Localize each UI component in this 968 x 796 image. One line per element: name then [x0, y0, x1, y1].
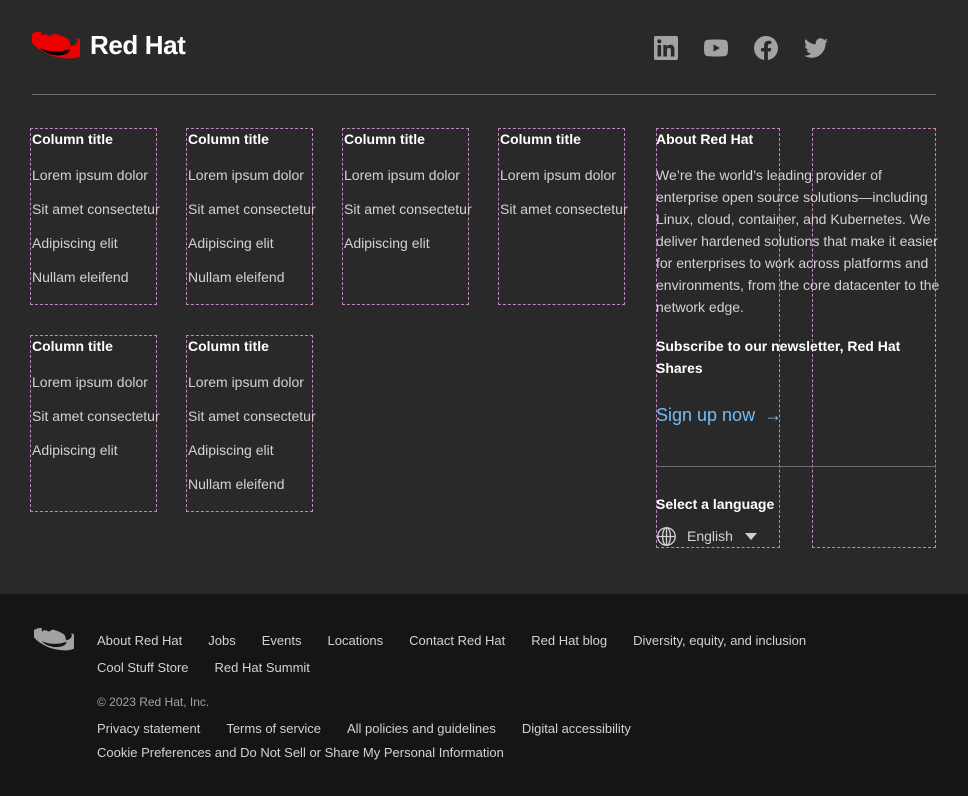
column-link[interactable]: Lorem ipsum dolor [32, 165, 160, 185]
link-column-4: Column title Lorem ipsum dolor Sit amet … [500, 131, 628, 219]
legal-link[interactable]: Digital accessibility [522, 718, 631, 740]
red-hat-logo-icon [32, 28, 80, 62]
column-link[interactable]: Lorem ipsum dolor [188, 165, 316, 185]
about-red-hat-body: We’re the world’s leading provider of en… [656, 164, 944, 318]
link-column-1: Column title Lorem ipsum dolor Sit amet … [32, 131, 160, 287]
column-link[interactable]: Sit amet consectetur [188, 199, 316, 219]
footer-nav-link[interactable]: Red Hat Summit [215, 657, 310, 679]
language-selector[interactable]: English [656, 526, 757, 547]
page-header: Red Hat [0, 0, 968, 95]
column-link[interactable]: Nullam eleifend [32, 267, 160, 287]
footer-nav-link[interactable]: Diversity, equity, and inclusion [633, 630, 806, 652]
footer-nav-link[interactable]: Events [262, 630, 302, 652]
sign-up-now-label: Sign up now [656, 404, 755, 426]
sign-up-now-link[interactable]: Sign up now → [656, 404, 782, 426]
about-red-hat-title: About Red Hat [656, 131, 753, 148]
arrow-right-icon: → [764, 406, 782, 424]
column-link[interactable]: Lorem ipsum dolor [32, 372, 160, 392]
column-title: Column title [188, 131, 316, 148]
red-hat-hat-icon [34, 625, 74, 655]
column-link[interactable]: Lorem ipsum dolor [344, 165, 472, 185]
cookie-preferences-link[interactable]: Cookie Preferences and Do Not Sell or Sh… [97, 742, 504, 764]
link-column-3: Column title Lorem ipsum dolor Sit amet … [344, 131, 472, 253]
legal-nav: Privacy statement Terms of service All p… [97, 718, 897, 740]
footer-nav-link[interactable]: Contact Red Hat [409, 630, 505, 652]
rail-divider [656, 466, 936, 467]
legal-link[interactable]: Privacy statement [97, 718, 200, 740]
column-link[interactable]: Sit amet consectetur [500, 199, 628, 219]
legal-link[interactable]: Terms of service [226, 718, 321, 740]
column-link[interactable]: Adipiscing elit [188, 440, 316, 460]
copyright-text: © 2023 Red Hat, Inc. [97, 694, 209, 711]
footer-nav-link[interactable]: Cool Stuff Store [97, 657, 189, 679]
twitter-icon[interactable] [804, 36, 828, 60]
legal-link[interactable]: All policies and guidelines [347, 718, 496, 740]
column-title: Column title [344, 131, 472, 148]
column-link[interactable]: Adipiscing elit [32, 233, 160, 253]
youtube-icon[interactable] [704, 36, 728, 60]
column-link[interactable]: Nullam eleifend [188, 474, 316, 494]
link-column-6: Column title Lorem ipsum dolor Sit amet … [188, 338, 316, 494]
page-footer: About Red Hat Jobs Events Locations Cont… [0, 594, 968, 796]
footer-nav-link[interactable]: Locations [328, 630, 384, 652]
link-column-5: Column title Lorem ipsum dolor Sit amet … [32, 338, 160, 460]
column-link[interactable]: Adipiscing elit [188, 233, 316, 253]
footer-nav-link[interactable]: Red Hat blog [531, 630, 607, 652]
column-link[interactable]: Sit amet consectetur [32, 406, 160, 426]
column-title: Column title [32, 131, 160, 148]
link-column-2: Column title Lorem ipsum dolor Sit amet … [188, 131, 316, 287]
globe-icon [656, 526, 677, 547]
column-title: Column title [500, 131, 628, 148]
brand-logo[interactable]: Red Hat [32, 28, 185, 62]
column-link[interactable]: Adipiscing elit [32, 440, 160, 460]
footer-nav-link[interactable]: Jobs [208, 630, 235, 652]
brand-name: Red Hat [90, 32, 185, 58]
footer-nav: About Red Hat Jobs Events Locations Cont… [97, 630, 897, 679]
column-link[interactable]: Nullam eleifend [188, 267, 316, 287]
language-value: English [687, 528, 733, 545]
select-language-title: Select a language [656, 496, 774, 513]
column-link[interactable]: Lorem ipsum dolor [500, 165, 628, 185]
column-title: Column title [188, 338, 316, 355]
column-link[interactable]: Sit amet consectetur [32, 199, 160, 219]
column-link[interactable]: Lorem ipsum dolor [188, 372, 316, 392]
social-links [654, 36, 828, 60]
footer-nav-link[interactable]: About Red Hat [97, 630, 182, 652]
column-link[interactable]: Sit amet consectetur [188, 406, 316, 426]
column-title: Column title [32, 338, 160, 355]
column-link[interactable]: Adipiscing elit [344, 233, 472, 253]
linkedin-icon[interactable] [654, 36, 678, 60]
redhat-footer-page: Red Hat [0, 0, 968, 796]
chevron-down-icon [745, 533, 757, 540]
column-link[interactable]: Sit amet consectetur [344, 199, 472, 219]
footer-link-columns: Column title Lorem ipsum dolor Sit amet … [0, 95, 968, 594]
facebook-icon[interactable] [754, 36, 778, 60]
newsletter-subscribe-text: Subscribe to our newsletter, Red Hat Sha… [656, 335, 914, 379]
